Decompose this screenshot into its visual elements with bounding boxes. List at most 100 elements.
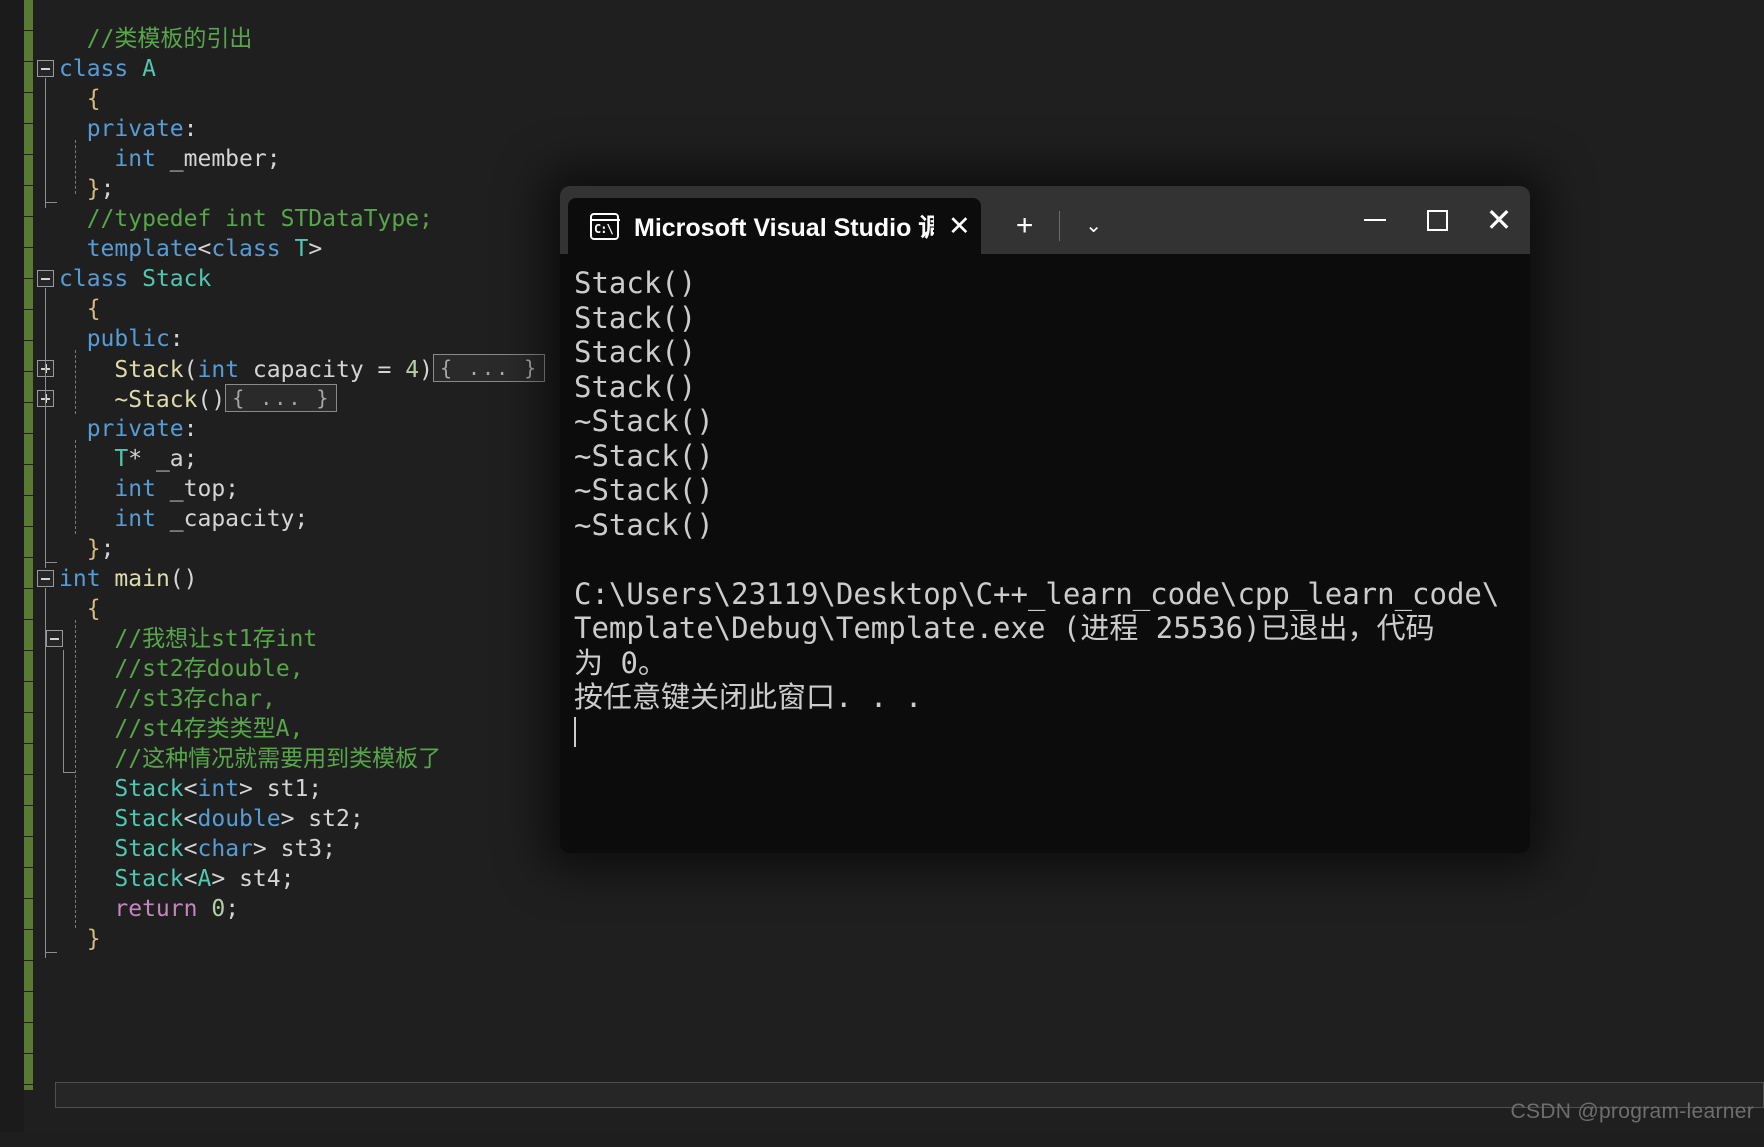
code-line[interactable]: }; [59, 534, 545, 564]
code-token: ( [183, 357, 198, 383]
code-line[interactable]: private: [59, 414, 545, 444]
code-line[interactable]: int _member; [59, 144, 545, 174]
code-token: ; [100, 176, 115, 202]
code-line[interactable]: private: [59, 114, 545, 144]
change-bar-segment [24, 0, 33, 31]
tab-strip-controls[interactable]: + ⌄ [981, 198, 1120, 254]
code-token: > [252, 836, 267, 862]
code-token: Stack [114, 806, 184, 832]
code-line[interactable]: Stack<char> st3; [59, 834, 545, 864]
code-token: _top; [155, 476, 240, 502]
code-token: : [169, 326, 184, 352]
code-token: //st3存char, [114, 686, 276, 712]
new-tab-icon[interactable]: + [999, 211, 1051, 241]
change-bar-segment [24, 651, 33, 682]
terminal-title-bar[interactable]: Microsoft Visual Studio 调试控 ✕ + ⌄ ✕ [560, 186, 1530, 254]
code-line[interactable]: { [59, 294, 545, 324]
scope-guide-line [45, 288, 46, 568]
collapsed-region-chip[interactable]: { ... } [432, 354, 546, 382]
code-token: Stack [114, 836, 184, 862]
code-token: A [197, 866, 212, 892]
code-line[interactable]: int _top; [59, 474, 545, 504]
code-token: 0 [211, 896, 226, 922]
change-bar-segment [24, 465, 33, 496]
windows-terminal-window[interactable]: Microsoft Visual Studio 调试控 ✕ + ⌄ ✕ Stac… [560, 186, 1530, 853]
change-bar-segment [24, 403, 33, 434]
code-line[interactable]: Stack<int> st1; [59, 774, 545, 804]
code-token: T [114, 446, 129, 472]
fold-collapse-icon[interactable] [37, 270, 54, 287]
editor-folding-gutter[interactable] [33, 0, 63, 1132]
terminal-output-area[interactable]: Stack() Stack() Stack() Stack() ~Stack() ~Sta… [560, 254, 1530, 853]
code-token: int [114, 476, 156, 502]
code-token: int [197, 776, 240, 802]
code-line[interactable]: Stack<double> st2; [59, 804, 545, 834]
window-controls[interactable]: ✕ [1344, 186, 1530, 254]
maximize-icon [1426, 209, 1448, 231]
terminal-tab[interactable]: Microsoft Visual Studio 调试控 ✕ [568, 198, 981, 254]
code-line[interactable]: public: [59, 324, 545, 354]
code-token: Stack [114, 866, 184, 892]
code-line[interactable]: { [59, 594, 545, 624]
code-line[interactable]: //st3存char, [59, 684, 545, 714]
code-token: int [59, 566, 101, 592]
fold-collapse-icon[interactable] [37, 60, 54, 77]
code-line[interactable]: ~Stack(){ ... } [59, 384, 545, 414]
change-bar-segment [24, 186, 33, 217]
code-line[interactable]: //这种情况就需要用到类模板了 [59, 744, 545, 774]
code-token: = [363, 357, 406, 383]
editor-code-text[interactable]: //类模板的引出 class A { private: int _member; … [59, 24, 546, 954]
code-line[interactable]: Stack(int capacity = 4){ ... } [59, 354, 546, 384]
code-token: : [183, 116, 198, 142]
chevron-down-icon[interactable]: ⌄ [1068, 216, 1120, 236]
code-line[interactable]: }; [59, 174, 545, 204]
code-line[interactable]: int _capacity; [59, 504, 545, 534]
close-window-button[interactable]: ✕ [1468, 186, 1530, 254]
change-bar-segment [24, 868, 33, 899]
code-token: class [59, 56, 143, 82]
change-bar-segment [24, 155, 33, 186]
code-line[interactable]: class A [59, 54, 545, 84]
code-token: < [183, 776, 198, 802]
editor-bottom-scroll-strip[interactable] [55, 1082, 1764, 1108]
terminal-line: Stack() [574, 369, 697, 404]
code-line[interactable]: class Stack [59, 264, 545, 294]
code-token: ~Stack [114, 387, 198, 413]
code-token: double [197, 806, 281, 832]
change-bar-segment [24, 31, 33, 62]
code-line[interactable]: template<class T> [59, 234, 545, 264]
collapsed-region-chip[interactable]: { ... } [225, 384, 338, 412]
code-line[interactable]: return 0; [59, 894, 545, 924]
code-line[interactable]: //st4存类类型A, [59, 714, 545, 744]
code-line[interactable]: T* _a; [59, 444, 545, 474]
terminal-tab-title: Microsoft Visual Studio 调试控 [634, 214, 934, 242]
change-bar-segment [24, 961, 33, 992]
code-token: Stack [114, 357, 184, 383]
code-line[interactable]: Stack<A> st4; [59, 864, 545, 894]
scope-guide-line [63, 650, 64, 772]
scope-guide-line [45, 588, 46, 958]
maximize-button[interactable] [1406, 186, 1468, 254]
code-line[interactable]: //st2存double, [59, 654, 545, 684]
code-token: class [59, 266, 143, 292]
code-line[interactable]: { [59, 84, 545, 114]
code-line[interactable]: } [59, 924, 545, 954]
code-line[interactable]: //类模板的引出 [59, 24, 545, 54]
close-tab-icon[interactable]: ✕ [948, 212, 971, 240]
fold-collapse-icon[interactable] [37, 570, 54, 587]
code-line[interactable]: int main() [59, 564, 545, 594]
code-line[interactable]: //typedef int STDataType; [59, 204, 545, 234]
code-line[interactable]: //我想让st1存int [59, 624, 545, 654]
minimize-button[interactable] [1344, 186, 1406, 254]
code-token: //这种情况就需要用到类模板了 [114, 746, 442, 772]
terminal-output-text: Stack() Stack() Stack() Stack() ~Stack() ~Sta… [574, 266, 1516, 749]
code-token: < [197, 236, 212, 262]
